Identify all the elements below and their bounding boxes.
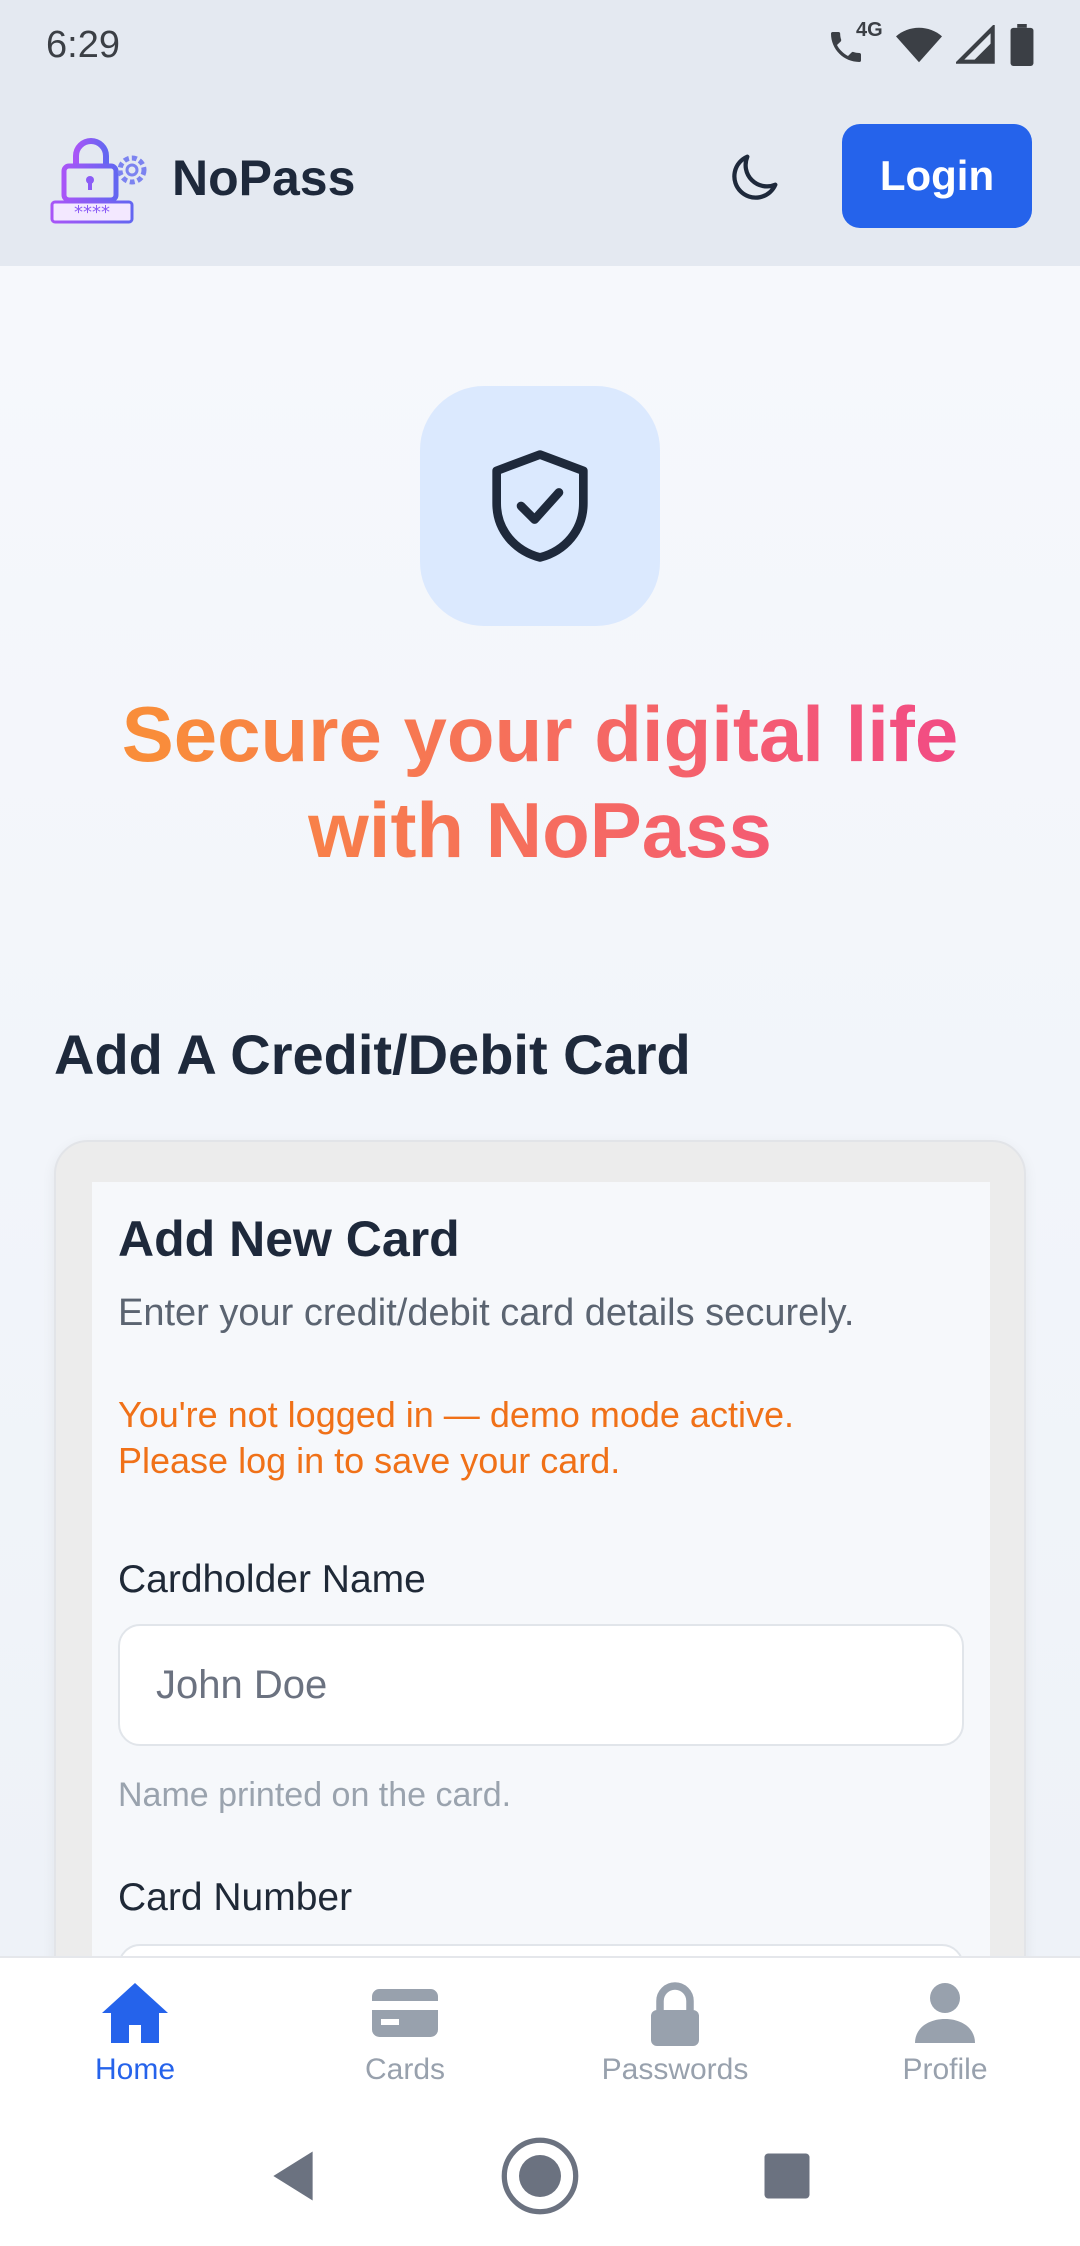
nav-home-label: Home xyxy=(94,2053,176,2086)
nav-profile[interactable]: Profile xyxy=(810,1958,1080,2108)
logo-lock-icon: **** xyxy=(50,138,147,224)
home-circle-icon[interactable] xyxy=(498,2134,582,2218)
nav-passwords[interactable]: Passwords xyxy=(540,1958,810,2108)
svg-text:****: **** xyxy=(74,202,110,223)
user-icon xyxy=(915,1983,975,2043)
lock-icon xyxy=(651,1982,699,2046)
network-type-label: 4G xyxy=(856,19,883,41)
form-subtitle: Enter your credit/debit card details sec… xyxy=(118,1292,855,1334)
back-icon[interactable] xyxy=(268,2149,318,2203)
hero-tagline: Secure your digital life with NoPass xyxy=(60,686,1020,878)
cardholder-name-hint: Name printed on the card. xyxy=(118,1776,512,1814)
signal-icon xyxy=(956,25,995,64)
home-icon xyxy=(102,1983,168,2043)
nav-cards[interactable]: Cards xyxy=(270,1958,540,2108)
bottom-nav: Home Cards Passwords Profile xyxy=(0,1956,1080,2106)
nav-profile-label: Profile xyxy=(902,2053,988,2086)
card-number-label: Card Number xyxy=(118,1876,353,1919)
form-title: Add New Card xyxy=(118,1211,460,1267)
brand[interactable]: **** NoPass xyxy=(48,132,355,224)
brand-name: NoPass xyxy=(172,150,356,206)
nav-home[interactable]: Home xyxy=(0,1958,270,2108)
nav-cards-label: Cards xyxy=(364,2053,446,2086)
shield-check-icon xyxy=(492,450,588,562)
status-bar: 6:29 4G xyxy=(0,0,1080,90)
volte-call-icon: 4G xyxy=(826,19,883,67)
warning-line-2: Please log in to save your card. xyxy=(118,1440,621,1481)
credit-card-icon xyxy=(372,1989,438,2037)
system-nav-bar xyxy=(0,2106,1080,2246)
recents-icon[interactable] xyxy=(762,2151,812,2201)
tagline-line-2: with NoPass xyxy=(308,786,772,874)
dark-mode-toggle-icon[interactable] xyxy=(722,146,786,210)
app-header: **** NoPass Login xyxy=(0,90,1080,266)
battery-icon xyxy=(1010,24,1034,66)
section-title: Add A Credit/Debit Card xyxy=(54,1023,691,1086)
login-button[interactable]: Login xyxy=(842,124,1032,228)
demo-mode-warning: You're not logged in — demo mode active.… xyxy=(118,1392,958,1484)
hero-badge xyxy=(420,386,660,626)
warning-line-1: You're not logged in — demo mode active. xyxy=(118,1394,794,1435)
status-time: 6:29 xyxy=(46,23,120,66)
status-icons: 4G xyxy=(826,19,1034,67)
tagline-line-1: Secure your digital life xyxy=(121,690,959,778)
cardholder-name-label: Cardholder Name xyxy=(118,1558,426,1601)
main-content: Secure your digital life with NoPass Add… xyxy=(0,266,1080,2142)
cardholder-name-input[interactable] xyxy=(118,1624,964,1746)
wifi-icon xyxy=(896,27,942,63)
nav-passwords-label: Passwords xyxy=(601,2053,749,2086)
